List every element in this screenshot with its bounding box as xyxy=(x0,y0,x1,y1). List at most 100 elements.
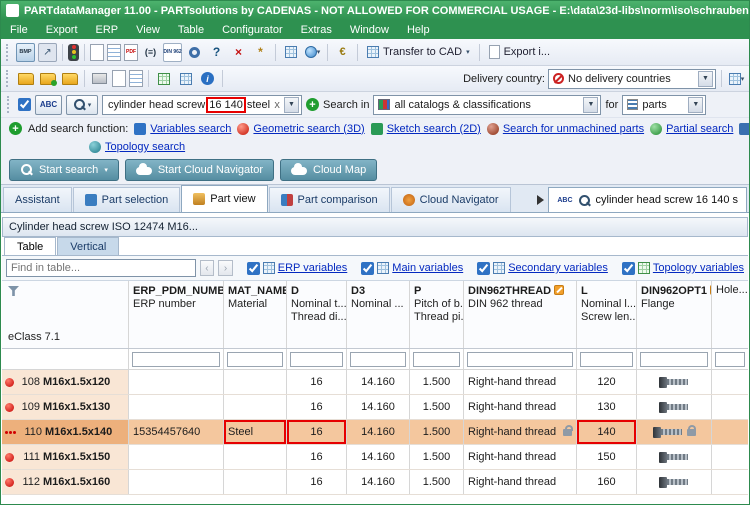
traffic-light-icon[interactable] xyxy=(68,43,79,61)
search-for-select[interactable]: parts ▼ xyxy=(622,94,707,115)
cell-thread[interactable]: Right-hand thread xyxy=(464,370,577,394)
cell-l[interactable]: 160 xyxy=(577,470,637,494)
filter-input-d[interactable] xyxy=(290,351,343,367)
toggle-erp-variables[interactable]: ERP variables xyxy=(246,261,347,275)
text-search-mode-button[interactable]: ABC xyxy=(35,94,62,115)
table-row-108[interactable]: 108 M16x1.5x120 16 14.160 1.500 Right-han… xyxy=(2,370,748,395)
filter-input-hole[interactable] xyxy=(715,351,745,367)
language-icon[interactable]: ▾ xyxy=(303,43,322,62)
menu-help[interactable]: Help xyxy=(398,20,439,39)
topology-search-link[interactable]: Topology search xyxy=(89,141,185,153)
column-header-din962opt1[interactable]: DIN962OPT1 Flange xyxy=(637,281,712,348)
table-view-icon[interactable] xyxy=(154,69,173,88)
fulltext-search-checkbox[interactable] xyxy=(18,98,31,111)
cell-d3[interactable]: 14.160 xyxy=(347,470,410,494)
delivery-country-select[interactable]: No delivery countries ▼ xyxy=(548,68,716,89)
filter-input-opt1[interactable] xyxy=(640,351,708,367)
cell-opt1[interactable] xyxy=(637,395,712,419)
table-row-112[interactable]: 112 M16x1.5x160 16 14.160 1.500 Right-han… xyxy=(2,470,748,495)
cell-p[interactable]: 1.500 xyxy=(410,395,464,419)
settings-gear-icon[interactable] xyxy=(185,43,204,62)
cell-opt1[interactable] xyxy=(637,370,712,394)
cell-material-highlighted[interactable]: Steel xyxy=(224,420,287,444)
table-row-110-selected[interactable]: 110 M16x1.5x140 15354457640 Steel 16 14.1… xyxy=(2,420,748,445)
cell-erp[interactable] xyxy=(129,470,224,494)
column-header-mat-name[interactable]: MAT_NAME Material xyxy=(224,281,287,348)
filter-input-l[interactable] xyxy=(580,351,633,367)
cell-d[interactable]: 16 xyxy=(287,445,347,469)
toggle-main-variables[interactable]: Main variables xyxy=(361,261,463,275)
currency-icon[interactable]: € xyxy=(333,43,352,62)
cell-erp[interactable] xyxy=(129,370,224,394)
column-header-hole[interactable]: Hole... xyxy=(712,281,748,348)
clear-search-icon[interactable]: x xyxy=(271,99,283,111)
open-linked-project-icon[interactable] xyxy=(38,69,57,88)
toggle-topology-variables[interactable]: Topology variables xyxy=(621,261,744,275)
din962-settings-icon[interactable]: DIN 962 xyxy=(163,42,182,62)
search-options-button[interactable]: ▾ xyxy=(66,94,98,115)
classification-search-link[interactable]: Classifica... xyxy=(739,122,749,135)
open-project-icon[interactable] xyxy=(16,69,35,88)
print-icon[interactable] xyxy=(90,69,109,88)
tab-cloud-navigator[interactable]: Cloud Navigator xyxy=(390,187,511,212)
cell-p[interactable]: 1.500 xyxy=(410,470,464,494)
column-header-l[interactable]: L Nominal l... Screw len... xyxy=(577,281,637,348)
filter-input-d3[interactable] xyxy=(350,351,406,367)
menu-file[interactable]: File xyxy=(1,20,37,39)
cell-erp[interactable] xyxy=(129,395,224,419)
link-document-icon[interactable] xyxy=(281,43,300,62)
cell-d-highlighted[interactable]: 16 xyxy=(287,420,347,444)
transfer-to-cad-button[interactable]: Transfer to CAD ▾ xyxy=(363,46,474,58)
geometric-search-link[interactable]: Geometric search (3D) xyxy=(237,122,365,135)
cell-erp[interactable]: 15354457640 xyxy=(129,420,224,444)
cell-opt1[interactable] xyxy=(637,470,712,494)
start-search-button[interactable]: Start search ▾ xyxy=(9,158,119,181)
tab-part-view[interactable]: Part view xyxy=(181,185,268,212)
sketch-search-link[interactable]: Sketch search (2D) xyxy=(370,122,481,135)
formula-view-icon[interactable]: (≡) xyxy=(141,43,160,62)
cell-thread[interactable]: Right-hand thread xyxy=(464,445,577,469)
cell-material[interactable] xyxy=(224,445,287,469)
tab-part-selection[interactable]: Part selection xyxy=(72,187,181,212)
cell-l[interactable]: 120 xyxy=(577,370,637,394)
datasheet-icon[interactable] xyxy=(90,43,104,61)
filter-input-p[interactable] xyxy=(413,351,460,367)
pdf-export-icon[interactable]: PDF xyxy=(124,43,138,61)
filter-input-erp[interactable] xyxy=(132,351,220,367)
unmachined-parts-search-link[interactable]: Search for unmachined parts xyxy=(486,122,644,135)
menu-erp[interactable]: ERP xyxy=(87,20,128,39)
table-corner-header[interactable]: eClass 7.1 xyxy=(2,281,129,348)
cell-d[interactable]: 16 xyxy=(287,395,347,419)
column-header-d[interactable]: D Nominal t... Thread di... xyxy=(287,281,347,348)
column-header-p[interactable]: PPitch of b...Thread pi... xyxy=(410,281,464,348)
cloud-map-button[interactable]: Cloud Map xyxy=(280,158,378,181)
erp-view-icon[interactable]: ▾ xyxy=(727,69,746,88)
toolbar-grip[interactable] xyxy=(6,70,11,87)
filter-input-thread[interactable] xyxy=(467,351,573,367)
export-window-icon[interactable]: ↗ xyxy=(38,42,57,62)
find-in-table-input[interactable] xyxy=(6,259,196,277)
search-input[interactable]: cylinder head screw 16 140 steel x ▼ xyxy=(102,94,302,115)
tab-part-comparison[interactable]: Part comparison xyxy=(268,187,390,212)
column-header-erp-pdm-number[interactable]: ERP_PDM_NUMBERERP number xyxy=(129,281,224,348)
cell-p[interactable]: 1.500 xyxy=(410,420,464,444)
column-header-din962thread[interactable]: DIN962THREAD DIN 962 thread xyxy=(464,281,577,348)
table-row-109[interactable]: 109 M16x1.5x130 16 14.160 1.500 Right-han… xyxy=(2,395,748,420)
cell-p[interactable]: 1.500 xyxy=(410,445,464,469)
cell-d[interactable]: 16 xyxy=(287,470,347,494)
variables-search-link[interactable]: Variables search xyxy=(134,122,231,135)
menu-export[interactable]: Export xyxy=(37,20,87,39)
cell-material[interactable] xyxy=(224,470,287,494)
filter-input-mat[interactable] xyxy=(227,351,283,367)
tab-table[interactable]: Table xyxy=(4,237,57,255)
toggle-secondary-variables[interactable]: Secondary variables xyxy=(477,261,608,275)
cell-opt1[interactable] xyxy=(637,420,712,444)
cell-thread[interactable]: Right-hand thread xyxy=(464,395,577,419)
menu-view[interactable]: View xyxy=(127,20,169,39)
cell-l[interactable]: 130 xyxy=(577,395,637,419)
partial-search-link[interactable]: Partial search xyxy=(650,122,733,135)
menu-window[interactable]: Window xyxy=(341,20,398,39)
search-in-select[interactable]: all catalogs & classifications ▼ xyxy=(373,94,602,115)
remove-icon[interactable]: × xyxy=(229,43,248,62)
cell-d3[interactable]: 14.160 xyxy=(347,445,410,469)
